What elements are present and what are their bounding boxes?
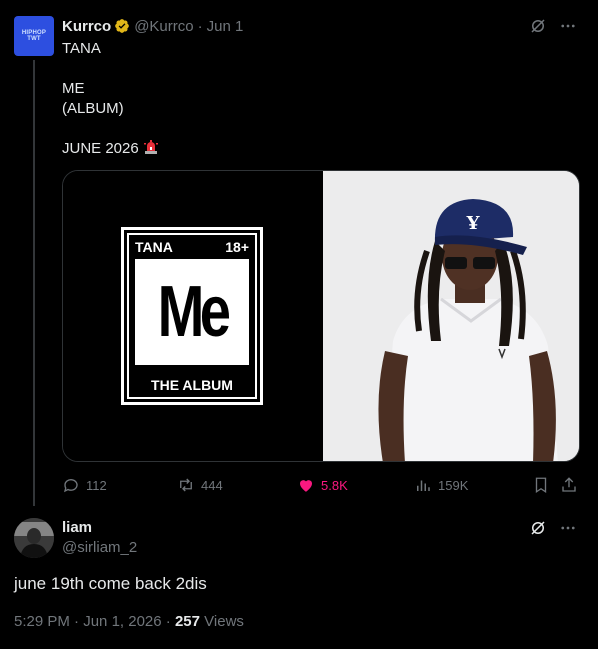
reply-author-name[interactable]: liam — [62, 518, 137, 538]
reply-icon — [63, 479, 78, 493]
reply-text: june 19th come back 2dis — [14, 574, 207, 593]
separator: · — [197, 17, 203, 35]
tweet-line-with-emoji: JUNE 2026 — [62, 139, 159, 159]
reply-meta: 5:29 PM · Jun 1, 2026 · 257 Views — [14, 612, 244, 632]
reply-views-label: Views — [204, 613, 244, 630]
verified-badge-icon — [115, 19, 130, 33]
album-cover-image[interactable]: TANA 18+ Me THE ALBUM — [63, 171, 323, 461]
artist-photo[interactable]: Ұ — [323, 171, 579, 461]
separator: · — [74, 613, 80, 630]
grok-icon[interactable] — [528, 16, 548, 36]
album-rating: 18+ — [225, 239, 249, 255]
tweet-media[interactable]: TANA 18+ Me THE ALBUM Ұ — [62, 170, 580, 462]
album-title: Me — [157, 272, 231, 352]
repost-button[interactable]: 444 — [177, 474, 223, 496]
reply-count: 112 — [86, 477, 107, 493]
reply-author-handle[interactable]: @sirliam_2 — [62, 538, 137, 558]
share-icon — [562, 477, 576, 492]
views-count: 159K — [438, 477, 469, 493]
siren-emoji-icon — [143, 140, 158, 154]
more-options-icon[interactable] — [558, 518, 578, 538]
svg-text:Ұ: Ұ — [466, 213, 481, 234]
grok-icon[interactable] — [528, 518, 548, 538]
analytics-icon — [417, 480, 430, 491]
tweet-text: TANA ME (ALBUM) JUNE 2026 — [62, 39, 159, 159]
tweet-top-actions — [528, 16, 578, 36]
tweet-line: ME — [62, 80, 85, 97]
album-title-box: Me — [135, 259, 249, 365]
album-cover-inner: TANA 18+ Me THE ALBUM — [127, 233, 257, 399]
repost-count: 444 — [201, 477, 223, 493]
author-handle[interactable]: @Kurrco — [134, 18, 193, 35]
reply-views-count: 257 — [174, 613, 200, 630]
artist-photo-illustration: Ұ — [323, 171, 579, 461]
heart-filled-icon — [300, 480, 312, 492]
reply-time[interactable]: 5:29 PM — [14, 613, 70, 630]
album-cover: TANA 18+ Me THE ALBUM — [121, 227, 263, 405]
tweet-actions: 112 444 5.8K 159K — [62, 474, 582, 496]
author-name[interactable]: Kurrco — [62, 18, 111, 35]
thread-line — [33, 60, 35, 506]
album-artist: TANA — [135, 239, 173, 255]
reply-button[interactable]: 112 — [62, 474, 107, 496]
tweet-line — [62, 59, 159, 79]
tweet-line: (ALBUM) — [62, 100, 124, 117]
reply-top-actions — [528, 518, 578, 538]
share-button[interactable] — [560, 474, 578, 496]
bookmark-icon — [535, 477, 547, 494]
reply-author-avatar[interactable] — [14, 518, 54, 558]
reply-avatar-image — [14, 518, 54, 558]
tweet-header: Kurrco @Kurrco · Jun 1 — [62, 16, 243, 36]
like-count: 5.8K — [321, 477, 348, 493]
repost-icon — [180, 478, 192, 492]
album-subtitle: THE ALBUM — [151, 377, 233, 393]
avatar-text-2: TWT — [27, 36, 41, 42]
author-avatar[interactable]: HIPHOP TWT — [14, 16, 54, 56]
more-options-icon[interactable] — [558, 16, 578, 36]
tweet-date[interactable]: Jun 1 — [207, 18, 244, 35]
separator: · — [165, 613, 171, 630]
tweet-line: TANA — [62, 40, 101, 57]
reply-header: liam @sirliam_2 — [62, 518, 137, 558]
tweet-line: JUNE 2026 — [62, 140, 139, 157]
reply-date[interactable]: Jun 1, 2026 — [83, 613, 161, 630]
like-button[interactable]: 5.8K — [297, 474, 348, 496]
views-button[interactable]: 159K — [414, 474, 468, 496]
tweet-line — [62, 119, 159, 139]
bookmark-button[interactable] — [532, 474, 550, 496]
